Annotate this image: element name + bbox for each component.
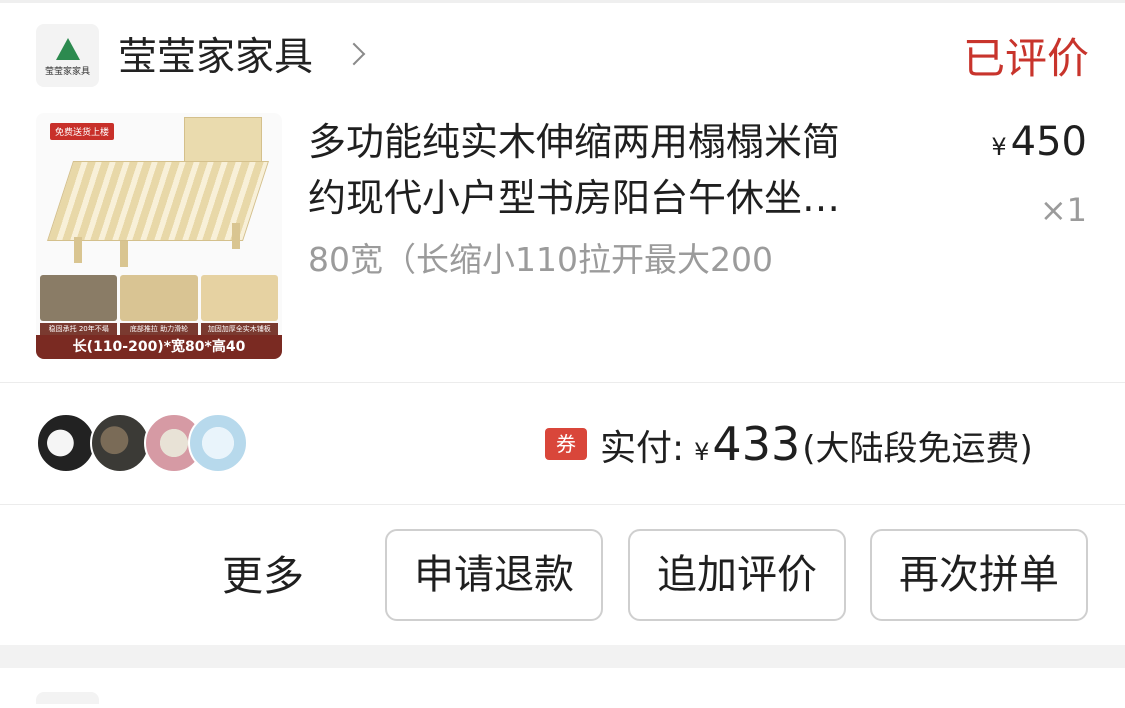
divider: [0, 504, 1125, 505]
divider: [0, 382, 1125, 383]
image-thumbs: [40, 275, 278, 321]
image-tag: 免费送货上楼: [50, 123, 115, 140]
coupon-badge: 券: [545, 428, 587, 460]
paid-symbol: ¥: [694, 438, 710, 466]
bed-leg: [120, 241, 128, 267]
avatar: [90, 413, 150, 473]
avatar: [36, 413, 96, 473]
reorder-button[interactable]: 再次拼单: [870, 529, 1088, 621]
store-logo-text: 莹莹家家具: [44, 67, 90, 77]
shipping-note: (大陆段免运费): [802, 429, 1033, 469]
product-title-line1[interactable]: 多功能纯实木伸缩两用榻榻米简: [308, 116, 908, 168]
add-review-button[interactable]: 追加评价: [628, 529, 846, 621]
thumb-1: [40, 275, 118, 321]
thumb-3: [200, 275, 278, 321]
image-footer: 长(110-200)*宽80*高40: [36, 335, 282, 359]
paid-label: 实付:: [600, 428, 685, 469]
product-price: ¥450: [991, 118, 1087, 171]
store-logo[interactable]: 莹莹家家具: [36, 24, 99, 87]
more-button[interactable]: 更多: [222, 548, 304, 604]
next-order-card: [0, 668, 1125, 708]
product-quantity: ×1: [1039, 191, 1087, 229]
price-value: 450: [1010, 119, 1087, 165]
tree-icon: [55, 38, 80, 60]
bed-leg: [74, 237, 82, 263]
caption-2: 底部推拉 助力滑轮: [120, 323, 198, 335]
thumb-2: [120, 275, 198, 321]
paid-amount: 433: [712, 417, 801, 471]
bed-leg: [232, 223, 240, 249]
caption-3: 加固加厚全实木铺板: [200, 323, 278, 335]
refund-button[interactable]: 申请退款: [385, 529, 603, 621]
image-captions: 稳固承托 20年不塌 底部推拉 助力滑轮 加固加厚全实木铺板: [40, 323, 278, 335]
caption-1: 稳固承托 20年不塌: [40, 323, 118, 335]
avatar: [188, 413, 248, 473]
price-symbol: ¥: [991, 133, 1007, 161]
next-store-logo: [36, 692, 99, 704]
product-spec: 80宽（长缩小110拉开最大200: [308, 240, 773, 279]
paid-summary: 实付: ¥433(大陆段免运费): [600, 418, 1033, 478]
order-status: 已评价: [962, 34, 1089, 83]
store-name[interactable]: 莹莹家家具: [118, 34, 313, 82]
product-image[interactable]: 免费送货上楼 稳固承托 20年不塌 底部推拉 助力滑轮 加固加厚全实木铺板 长(…: [36, 113, 282, 359]
product-title-line2[interactable]: 约现代小户型书房阳台午休坐…: [308, 172, 908, 224]
